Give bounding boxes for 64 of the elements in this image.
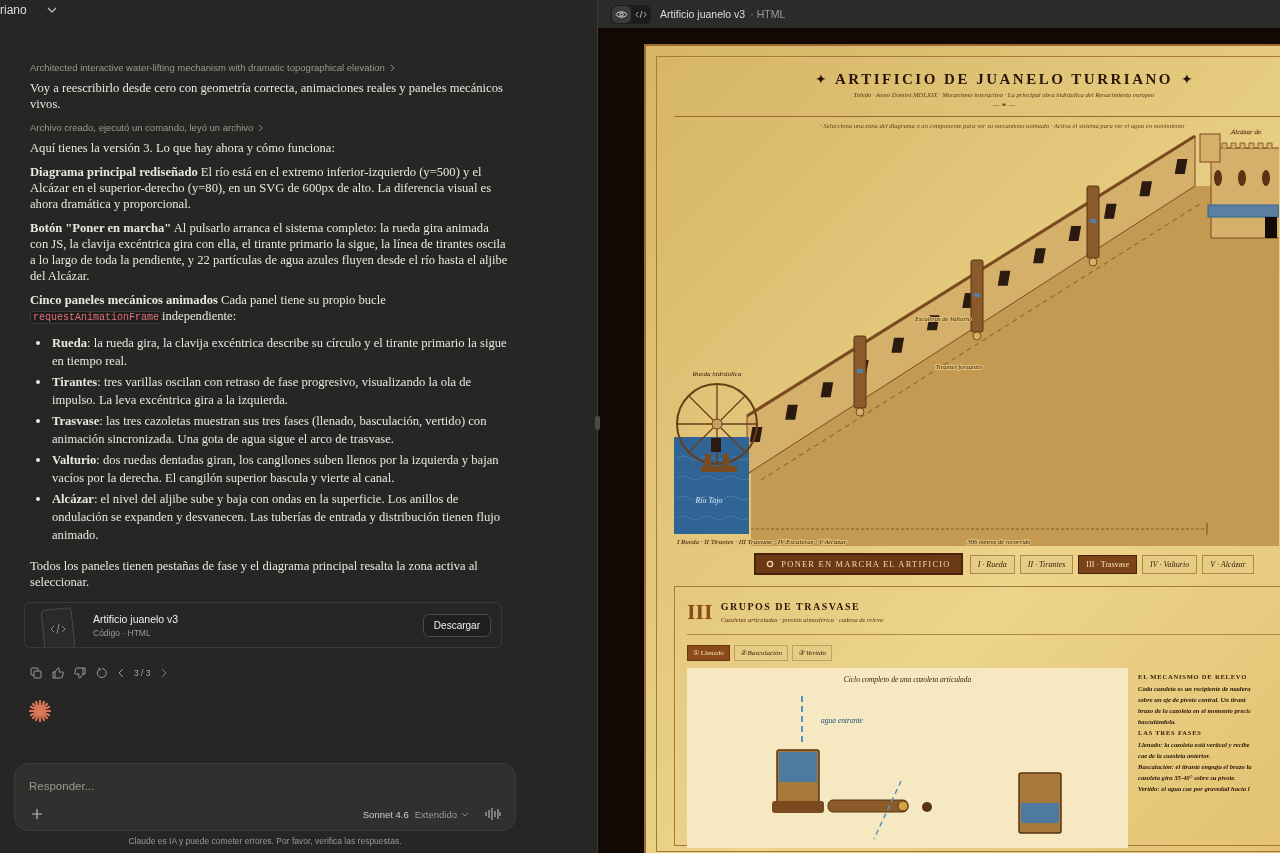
artifact-type: Código · HTML: [93, 627, 152, 638]
disclaimer-text: Claude es IA y puede cometer errores. Por favor, verifica las respuestas.: [127, 836, 403, 846]
chevron-down-icon[interactable]: [46, 7, 57, 13]
reply-input-field[interactable]: Responder... Sonnet 4.6 Extendido: [14, 763, 516, 831]
message-text: Cinco paneles mecánicos animados Cada panel tiene su propio bucle: [30, 292, 387, 308]
star-ornament: ✦: [815, 71, 827, 88]
zone-tab[interactable]: V · Alcázar: [1202, 554, 1254, 574]
message-text: independiente:: [162, 309, 237, 323]
bullet-text: Valturio: dos ruedas dentadas giran, los cangilones suben llenos por la izquierda y bajan vacíos por la derecha. El cangilón superior bascula y vierte al canal.: [52, 452, 500, 487]
download-button[interactable]: Descargar: [422, 613, 491, 637]
start-button[interactable]: PONER EN MARCHA EL ARTIFICIO: [754, 553, 963, 575]
code-file-icon: [39, 607, 77, 647]
artifact-title: Artificio juanelo v3: [93, 612, 180, 625]
chevron-down-icon[interactable]: [461, 811, 469, 817]
conversation-title[interactable]: riano: [0, 3, 27, 17]
thinking-summary[interactable]: Architected interactive water-lifting mechanism with dramatic topographical elevation: [30, 60, 385, 76]
star-ornament: ✦: [1181, 71, 1193, 88]
eye-icon[interactable]: [615, 9, 628, 19]
circle-icon: [766, 560, 775, 568]
bullet-text: Rueda: la rueda gira, la clavija excéntrica describe su círculo y el tirante primario la sigue en tiempo real.: [52, 335, 508, 370]
retry-icon[interactable]: [96, 667, 108, 679]
bullet-dot: [36, 497, 40, 501]
code-icon[interactable]: [634, 9, 647, 19]
diagram-label: Río Tajo: [695, 496, 723, 505]
page-title: ARTIFICIO DE JUANELO TURRIANO: [835, 71, 1173, 88]
message-paragraph: Voy a reescribirlo desde cero con geometría correcta, animaciones reales y paneles mecánicos vivos.: [30, 80, 504, 112]
section-title: GRUPOS DE TRASVASE: [720, 601, 862, 612]
zone-tab[interactable]: I · Rueda: [969, 554, 1015, 574]
copy-icon[interactable]: [30, 667, 42, 679]
message-paragraph: Botón "Poner en marcha" Al pulsarlo arranca el sistema completo: la rueda gira animada con JS, la clavija excéntrica gira con ella, el tirante primario la sigue, la línea de tirantes oscila a lo largo de toda la pendiente, y 22 partículas de agua azules fluyen desde el río hasta el aljibe del Alcázar.: [30, 220, 508, 284]
next-icon[interactable]: [160, 668, 167, 678]
bullet-dot: [36, 341, 40, 345]
previous-icon[interactable]: [118, 668, 124, 678]
zone-tab[interactable]: II · Tirantes: [1019, 554, 1074, 574]
bullet-text: Trasvase: las tres cazoletas muestran sus tres fases (llenado, basculación, vertido) con animación sincronizada. Una gota de agua sigue el arco de trasvase.: [52, 413, 488, 448]
bullet-dot: [36, 458, 40, 462]
aqueduct-diagram-drawing[interactable]: [674, 133, 1279, 546]
preview-toggle[interactable]: [612, 5, 631, 23]
message-paragraph: Aquí tienes la versión 3. Lo que hay ahora y cómo funciona:: [30, 140, 336, 156]
bullet-text: Alcázar: el nivel del aljibe sube y baja con ondas en la superficie. Los anillos de ondulación se expanden y desvanecen. Las tuberías de entrada y distribución tienen flujo animado.: [52, 491, 501, 544]
message-paragraph: Todos los paneles tienen pestañas de fase y el diagrama principal resalta la zona activa al seleccionar.: [30, 558, 479, 590]
inline-code: requestAnimationFrame: [30, 311, 163, 324]
zone-tab[interactable]: IV · Valturio: [1141, 554, 1198, 574]
message-paragraph: Diagrama principal rediseñado El río está en el extremo inferior-izquierdo (y=500) y el Alcázar en el superior-derecho (y=80), en un SVG de 600px de alto. La diferencia visual es ahora dramática y proporcional.: [30, 164, 493, 212]
chevron-right-icon[interactable]: [258, 124, 264, 132]
plus-icon[interactable]: [31, 808, 43, 820]
thumbs-up-icon[interactable]: [52, 667, 64, 679]
preview-type: · HTML: [750, 8, 786, 20]
artifact-card[interactable]: Artificio juanelo v3 Código · HTML Descargar: [24, 602, 502, 648]
resize-handle[interactable]: [595, 416, 600, 430]
bullet-dot: [36, 419, 40, 423]
version-counter: 3 / 3: [134, 668, 151, 678]
asterisk-logo-icon: [29, 700, 51, 722]
model-name[interactable]: Sonnet 4.6: [362, 808, 409, 820]
zone-tab[interactable]: III · Trasvase: [1078, 554, 1137, 574]
model-mode[interactable]: Extendido: [414, 808, 457, 820]
bullet-text: Tirantes: tres varillas oscilan con retraso de fase progresivo, visualizando la ola de impulso. La leva excéntrica gira a la izquierda.: [52, 374, 473, 409]
voice-icon[interactable]: [485, 807, 501, 821]
section-numeral: III: [687, 599, 713, 625]
preview-title: Artificio juanelo v3: [660, 8, 746, 20]
thinking-summary[interactable]: Archivo creado, ejecutó un comando, leyó un archivo: [30, 120, 254, 136]
bullet-dot: [36, 380, 40, 384]
chevron-right-icon[interactable]: [389, 64, 395, 72]
thumbs-down-icon[interactable]: [74, 667, 86, 679]
